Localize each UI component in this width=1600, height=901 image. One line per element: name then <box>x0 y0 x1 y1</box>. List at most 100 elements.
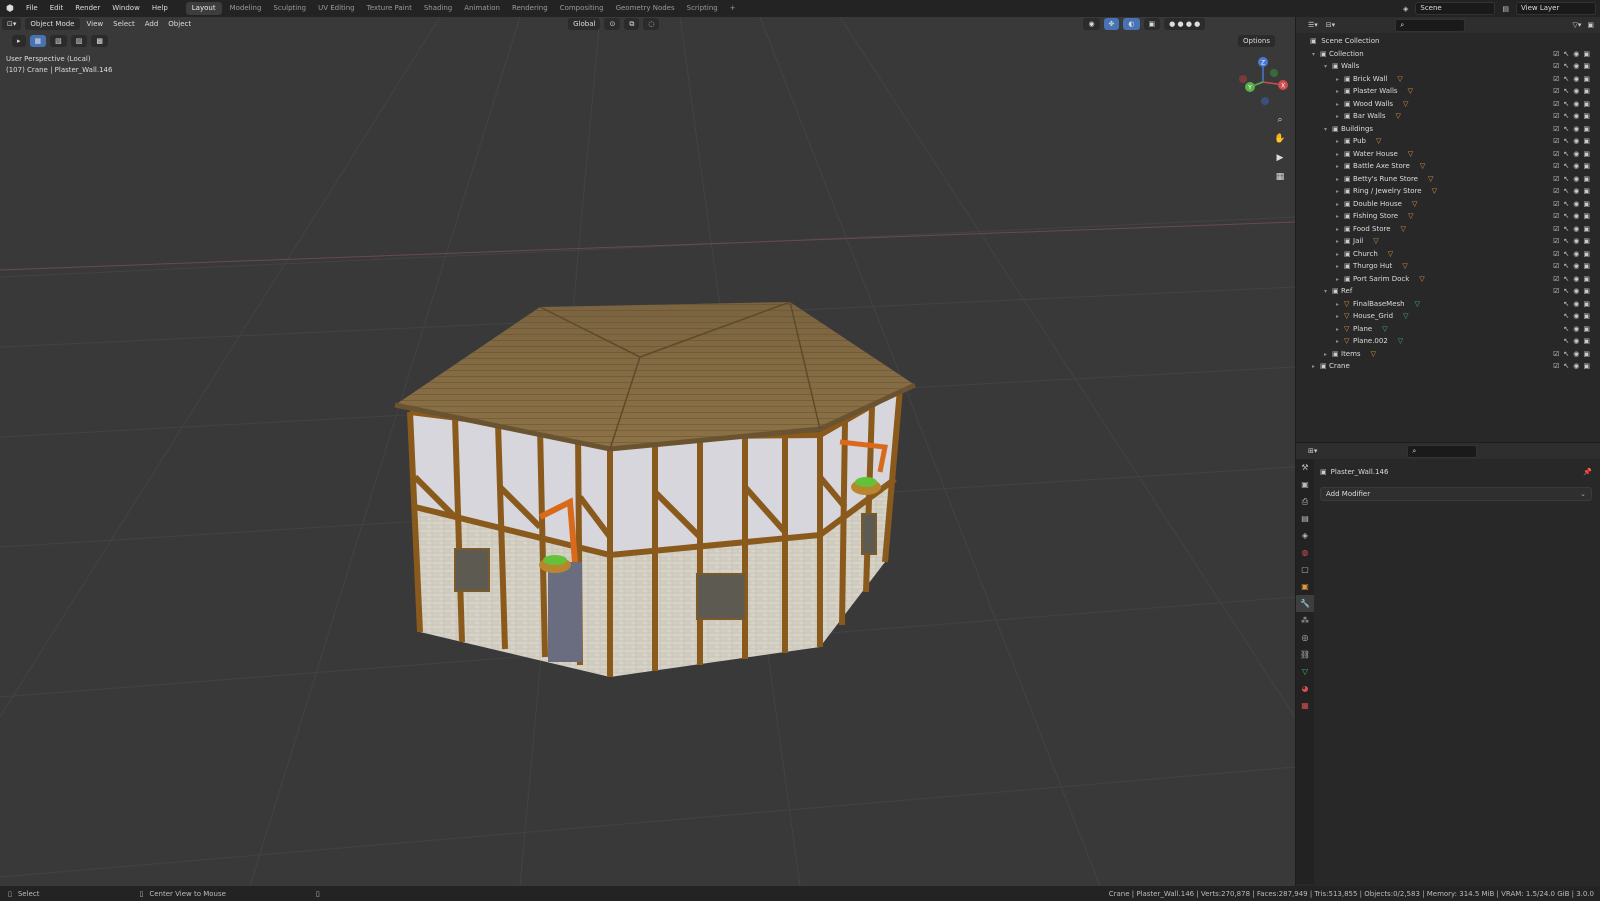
visibility-toggles[interactable]: ↖◉▣ <box>1563 323 1594 336</box>
visibility-toggles[interactable]: ☑↖◉▣ <box>1553 60 1594 73</box>
visibility-toggles[interactable]: ↖◉▣ <box>1563 298 1594 311</box>
outliner-item[interactable]: ▸ ▣ Brick Wall ▽ ☑↖◉▣ <box>1296 73 1600 86</box>
constraints-tab-icon[interactable]: ⛓ <box>1296 646 1314 663</box>
visibility-icon[interactable]: ◉ <box>1083 18 1100 30</box>
select-extend-icon[interactable]: ▧ <box>50 35 67 47</box>
outliner-item[interactable]: ▸ ▽ FinalBaseMesh ▽ ↖◉▣ <box>1296 298 1600 311</box>
outliner-item[interactable]: ▸ ▽ Plane.002 ▽ ↖◉▣ <box>1296 335 1600 348</box>
zoom-icon[interactable]: ⌕ <box>1273 113 1287 127</box>
outliner-item[interactable]: ▸ ▣ Betty's Rune Store ▽ ☑↖◉▣ <box>1296 173 1600 186</box>
pin-icon[interactable]: 📌 <box>1583 468 1592 476</box>
transform-orientation-dropdown[interactable]: Global <box>568 18 601 30</box>
visibility-toggles[interactable]: ☑↖◉▣ <box>1553 160 1594 173</box>
menu-help[interactable]: Help <box>146 0 174 17</box>
outliner-item[interactable]: ▸ ▣ Battle Axe Store ▽ ☑↖◉▣ <box>1296 160 1600 173</box>
visibility-toggles[interactable]: ☑↖◉▣ <box>1553 285 1594 298</box>
xray-icon[interactable]: ▣ <box>1143 18 1161 30</box>
outliner-item[interactable]: ▸ ▣ Crane ☑↖◉▣ <box>1296 360 1600 373</box>
outliner-item[interactable]: ▾ ▣ Collection ☑↖◉▣ <box>1296 48 1600 61</box>
outliner-item[interactable]: ▸ ▣ Port Sarim Dock ▽ ☑↖◉▣ <box>1296 273 1600 286</box>
visibility-toggles[interactable]: ☑↖◉▣ <box>1553 235 1594 248</box>
new-collection-icon[interactable]: ▣ <box>1587 21 1594 29</box>
pan-hand-icon[interactable]: ✋ <box>1273 132 1287 146</box>
outliner-item[interactable]: ▾ ▣ Ref ☑↖◉▣ <box>1296 285 1600 298</box>
outliner-item[interactable]: ▸ ▣ Pub ▽ ☑↖◉▣ <box>1296 135 1600 148</box>
overlay-toggle-icon[interactable]: ◐ <box>1123 18 1140 30</box>
outliner-item[interactable]: ▸ ▽ Plane ▽ ↖◉▣ <box>1296 323 1600 336</box>
tab-geometry-nodes[interactable]: Geometry Nodes <box>610 0 681 17</box>
tab-uv-editing[interactable]: UV Editing <box>312 0 361 17</box>
visibility-toggles[interactable]: ☑↖◉▣ <box>1553 135 1594 148</box>
tab-animation[interactable]: Animation <box>458 0 506 17</box>
data-tab-icon[interactable]: ▽ <box>1296 663 1314 680</box>
menu-edit[interactable]: Edit <box>44 0 70 17</box>
perspective-grid-icon[interactable]: ▦ <box>1273 170 1287 184</box>
visibility-toggles[interactable]: ☑↖◉▣ <box>1553 85 1594 98</box>
properties-search-field[interactable]: ⌕ <box>1407 444 1478 458</box>
visibility-toggles[interactable]: ☑↖◉▣ <box>1553 348 1594 361</box>
display-mode-icon[interactable]: ⊟▾ <box>1326 21 1335 29</box>
particles-tab-icon[interactable]: ⁂ <box>1296 612 1314 629</box>
outliner-search-field[interactable]: ⌕ <box>1395 18 1466 32</box>
3d-viewport[interactable]: ⊡▾ Object Mode View Select Add Object Gl… <box>0 17 1295 886</box>
select-invert-icon[interactable]: ▩ <box>91 35 109 47</box>
visibility-toggles[interactable]: ☑↖◉▣ <box>1553 185 1594 198</box>
material-tab-icon[interactable]: ◕ <box>1296 680 1314 697</box>
filter-icon[interactable]: ▽▾ <box>1572 21 1581 29</box>
menu-file[interactable]: File <box>20 0 44 17</box>
add-modifier-dropdown[interactable]: Add Modifier ⌄ <box>1320 487 1592 501</box>
view-layer-tab-icon[interactable]: ▤ <box>1296 510 1314 527</box>
view-layer-field[interactable]: View Layer <box>1516 2 1596 15</box>
layers-icon[interactable]: ▤ <box>1502 5 1509 13</box>
outliner-item[interactable]: ▾ ▣ Walls ☑↖◉▣ <box>1296 60 1600 73</box>
tab-sculpting[interactable]: Sculpting <box>267 0 312 17</box>
tab-rendering[interactable]: Rendering <box>506 0 554 17</box>
visibility-toggles[interactable]: ☑↖◉▣ <box>1553 260 1594 273</box>
visibility-toggles[interactable]: ☑↖◉▣ <box>1553 223 1594 236</box>
visibility-toggles[interactable]: ☑↖◉▣ <box>1553 48 1594 61</box>
gizmo-toggle-icon[interactable]: ✥ <box>1103 18 1120 30</box>
outliner-item[interactable]: ▸ ▣ Wood Walls ▽ ☑↖◉▣ <box>1296 98 1600 111</box>
menu-window[interactable]: Window <box>106 0 146 17</box>
visibility-toggles[interactable]: ☑↖◉▣ <box>1553 173 1594 186</box>
tab-layout[interactable]: Layout <box>185 2 222 15</box>
options-dropdown[interactable]: Options <box>1237 35 1275 47</box>
scene-field[interactable]: Scene <box>1415 2 1496 15</box>
menu-view[interactable]: View <box>82 20 109 28</box>
mode-dropdown[interactable]: Object Mode <box>25 18 80 30</box>
visibility-toggles[interactable]: ☑↖◉▣ <box>1553 273 1594 286</box>
select-subtract-icon[interactable]: ▨ <box>70 35 88 47</box>
navigation-gizmo[interactable]: Z X Y <box>1238 57 1288 107</box>
editor-type-icon[interactable]: ⊡▾ <box>2 18 22 30</box>
tool-tab-icon[interactable]: ⚒ <box>1296 459 1314 476</box>
menu-select[interactable]: Select <box>108 20 140 28</box>
outliner-item[interactable]: ▸ ▣ Ring / Jewelry Store ▽ ☑↖◉▣ <box>1296 185 1600 198</box>
blender-logo-icon[interactable]: ⬢ <box>0 4 20 14</box>
outliner-item[interactable]: ▸ ▣ Church ▽ ☑↖◉▣ <box>1296 248 1600 261</box>
visibility-toggles[interactable]: ↖◉▣ <box>1563 335 1594 348</box>
outliner-editor-icon[interactable]: ☰▾ <box>1308 21 1318 29</box>
render-tab-icon[interactable]: ▣ <box>1296 476 1314 493</box>
outliner-item[interactable]: ▸ ▣ Double House ▽ ☑↖◉▣ <box>1296 198 1600 211</box>
visibility-toggles[interactable]: ☑↖◉▣ <box>1553 123 1594 136</box>
expand-closed-icon[interactable]: ▸ <box>1312 361 1320 374</box>
visibility-toggles[interactable]: ☑↖◉▣ <box>1553 73 1594 86</box>
properties-editor-icon[interactable]: ⊞▾ <box>1308 447 1317 455</box>
world-tab-icon[interactable]: ◍ <box>1296 544 1314 561</box>
modifier-tab-icon[interactable]: 🔧 <box>1296 595 1314 612</box>
outliner-item[interactable]: ▸ ▣ Thurgo Hut ▽ ☑↖◉▣ <box>1296 260 1600 273</box>
tool-icon[interactable]: ▸ <box>12 35 26 47</box>
output-tab-icon[interactable]: ⎙ <box>1296 493 1314 510</box>
menu-render[interactable]: Render <box>69 0 106 17</box>
menu-add[interactable]: Add <box>140 20 164 28</box>
outliner-item[interactable]: ▸ ▣ Jail ▽ ☑↖◉▣ <box>1296 235 1600 248</box>
tab-modeling[interactable]: Modeling <box>224 0 268 17</box>
outliner-item[interactable]: ▸ ▣ Food Store ▽ ☑↖◉▣ <box>1296 223 1600 236</box>
scene-collection-row[interactable]: ▣ Scene Collection <box>1296 35 1600 48</box>
outliner-item[interactable]: ▸ ▣ Bar Walls ▽ ☑↖◉▣ <box>1296 110 1600 123</box>
outliner-item[interactable]: ▸ ▣ Water House ▽ ☑↖◉▣ <box>1296 148 1600 161</box>
scene-tab-icon[interactable]: ◈ <box>1296 527 1314 544</box>
select-box-icon[interactable]: ▦ <box>29 35 47 47</box>
tab-texture-paint[interactable]: Texture Paint <box>361 0 418 17</box>
object-tab-icon[interactable]: ▣ <box>1296 578 1314 595</box>
